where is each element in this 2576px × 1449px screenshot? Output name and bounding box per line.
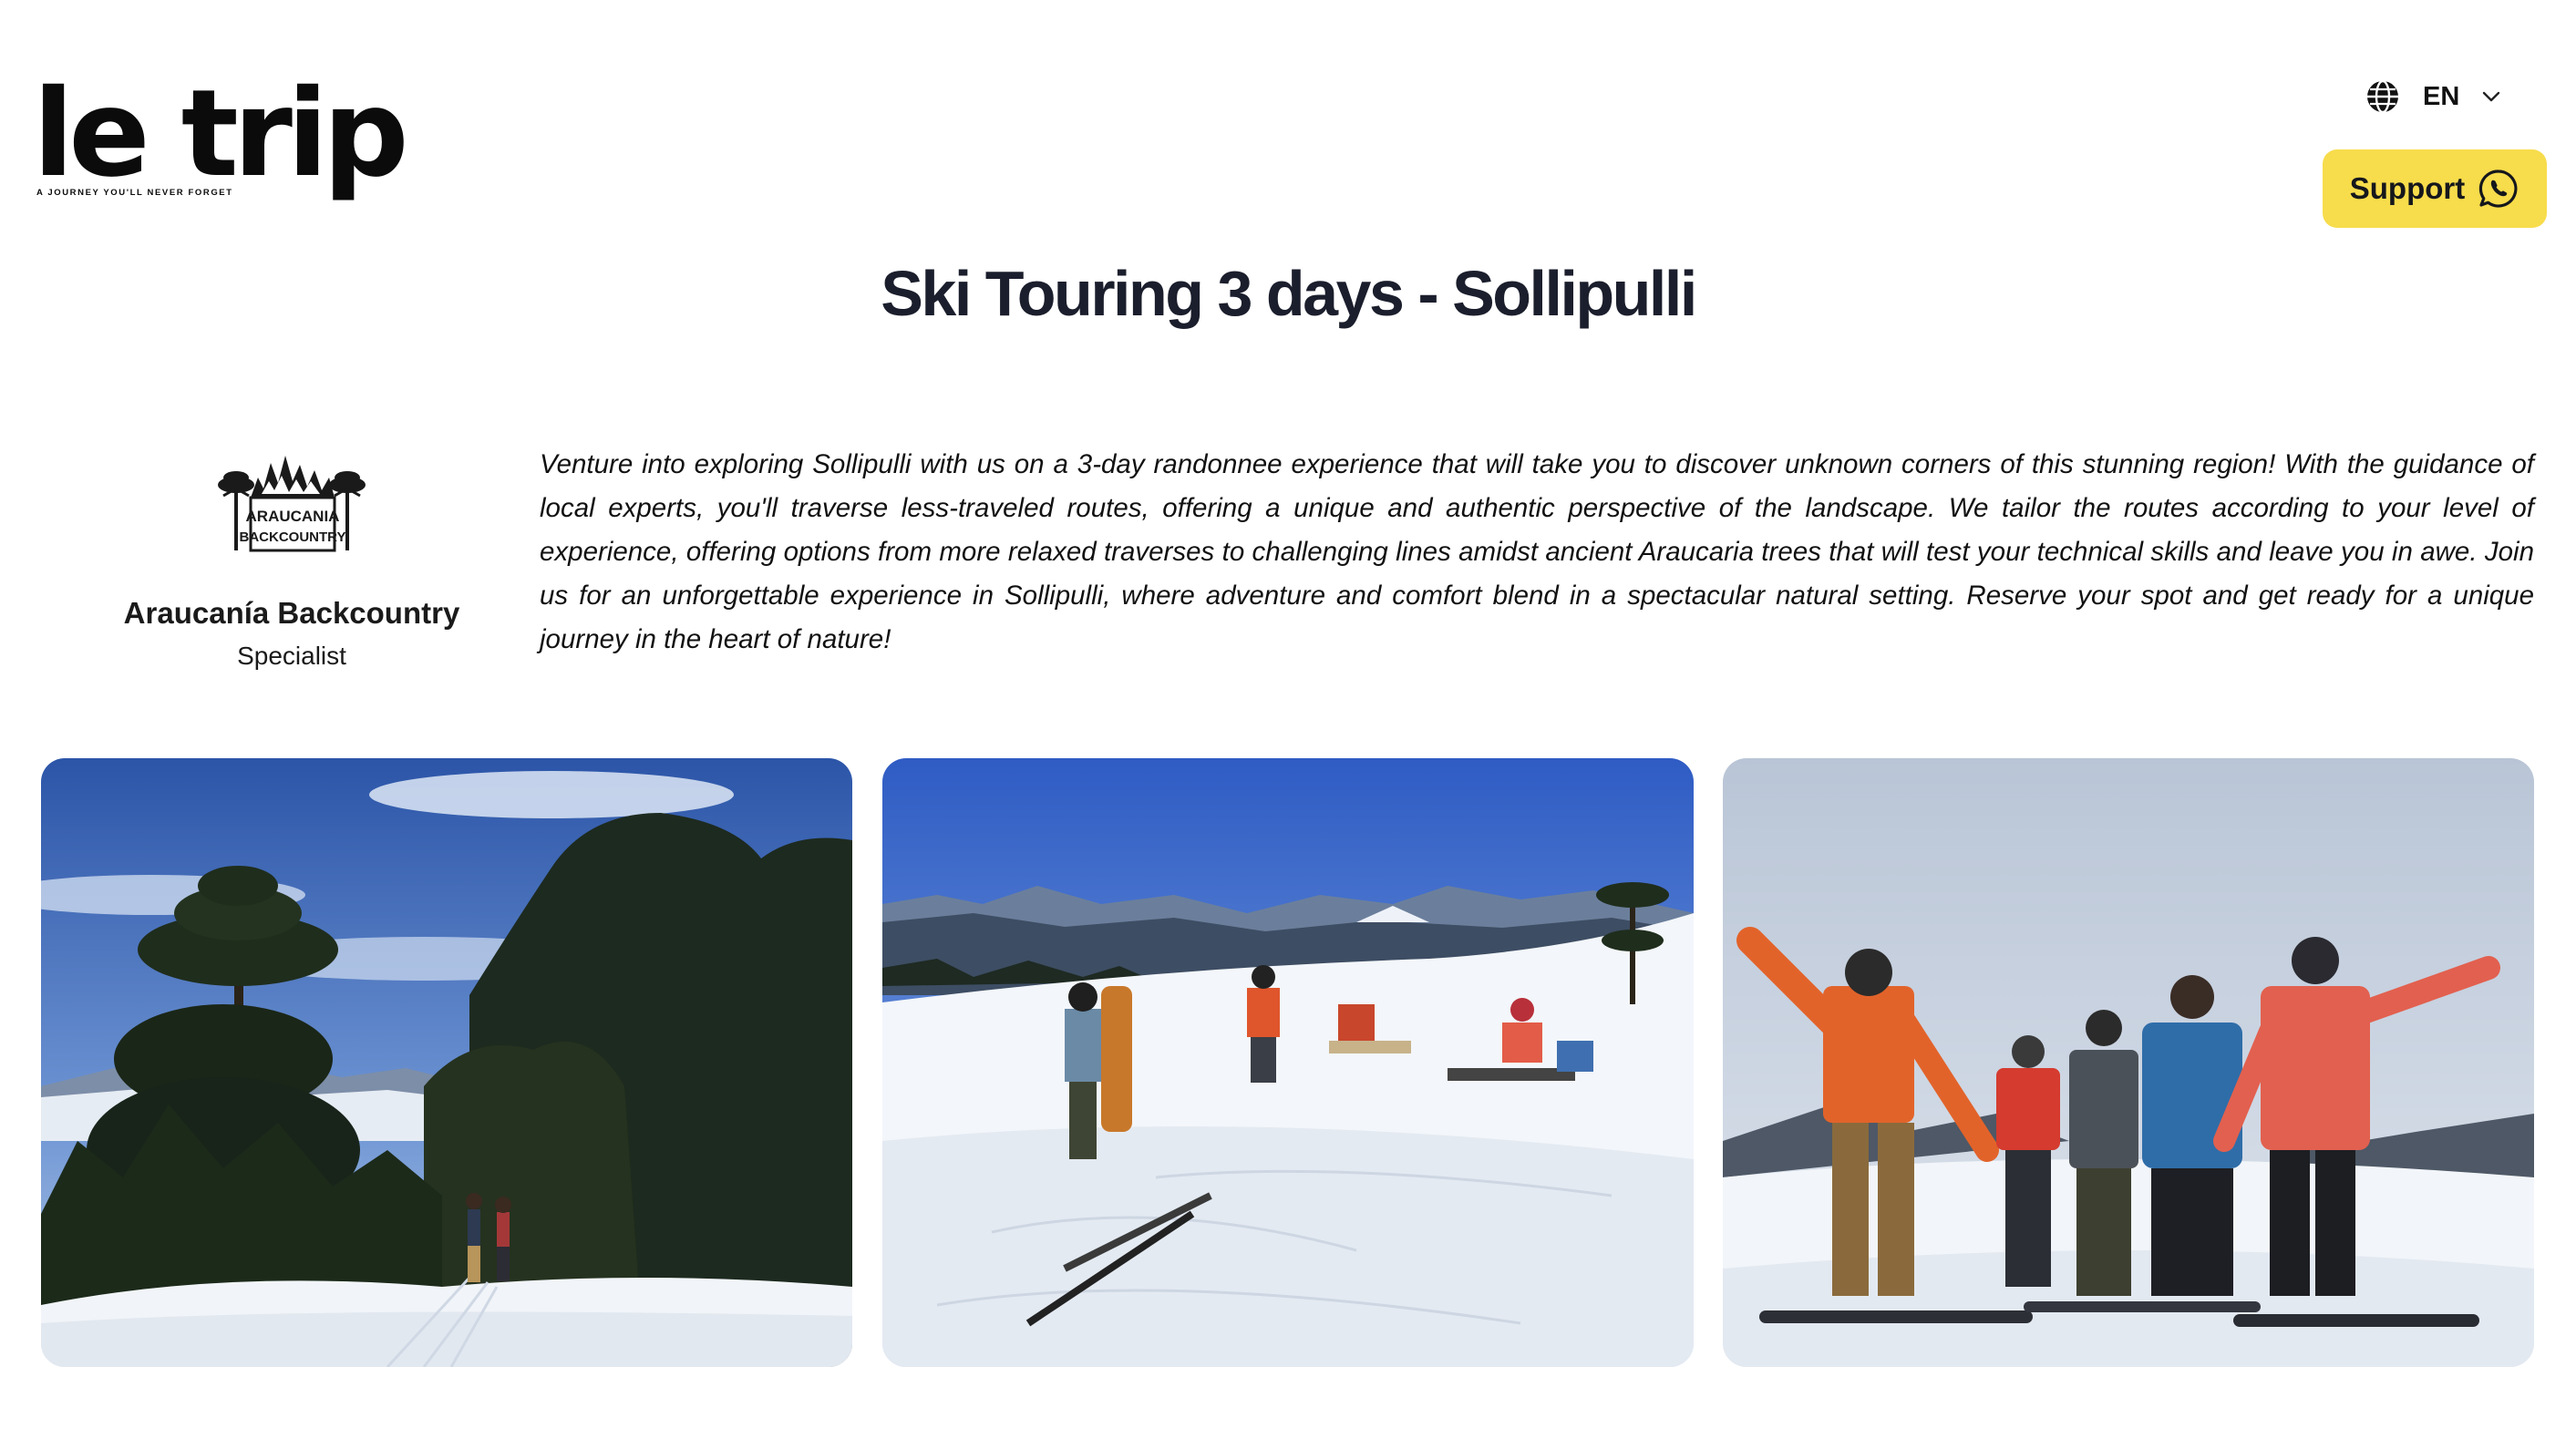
page-title: Ski Touring 3 days - Sollipulli bbox=[881, 258, 1697, 329]
whatsapp-icon bbox=[2479, 170, 2518, 208]
specialist-logo: ARAUCANIA BACKCOUNTRY bbox=[218, 456, 366, 552]
gallery-photo-group[interactable] bbox=[1723, 758, 2534, 1367]
forest-ski-image bbox=[41, 758, 852, 1367]
gallery-photo-forest[interactable] bbox=[41, 758, 852, 1367]
support-button[interactable]: Support bbox=[2323, 149, 2547, 228]
support-label: Support bbox=[2349, 171, 2466, 205]
site-logo[interactable]: le trip A JOURNEY YOU'LL NEVER FORGET bbox=[33, 64, 409, 204]
chevron-down-icon bbox=[2483, 91, 2500, 102]
specialist-role: Specialist bbox=[237, 642, 346, 670]
globe-icon bbox=[2367, 79, 2398, 114]
group-summit-image bbox=[1723, 758, 2534, 1367]
logo-wordmark: le trip bbox=[33, 64, 409, 204]
language-selector[interactable]: EN bbox=[2365, 77, 2501, 117]
specialist-card: ARAUCANIA BACKCOUNTRY Araucanía Backcoun… bbox=[100, 450, 483, 671]
specialist-logo-line1: ARAUCANIA bbox=[246, 508, 340, 525]
specialist-name: Araucanía Backcountry bbox=[123, 596, 460, 630]
group-rest-image bbox=[882, 758, 1694, 1367]
language-code: EN bbox=[2423, 81, 2460, 111]
gallery-photo-rest[interactable] bbox=[882, 758, 1694, 1367]
specialist-logo-line2: BACKCOUNTRY bbox=[240, 529, 346, 545]
trip-description: Venture into exploring Sollipulli with u… bbox=[540, 449, 2534, 654]
